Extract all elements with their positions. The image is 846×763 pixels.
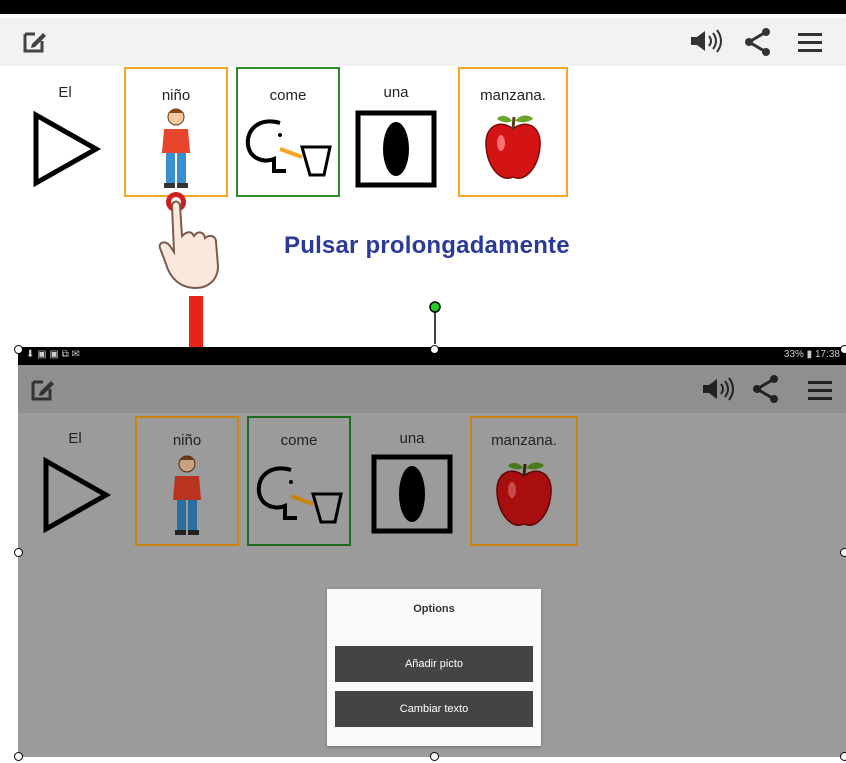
apple-icon [472,458,576,532]
picto-label: El [68,430,82,447]
boy-icon [126,107,226,189]
long-press-hint: Pulsar prolongadamente [284,232,570,259]
resize-handle[interactable] [14,345,23,354]
picto-card-come[interactable]: come [247,416,351,546]
resize-handle[interactable] [840,548,846,557]
options-dialog: Options Añadir picto Cambiar texto [327,589,541,746]
change-text-button[interactable]: Cambiar texto [335,691,533,727]
speaker-icon[interactable] [688,26,726,56]
picto-card-el[interactable]: El [30,422,120,540]
play-triangle-icon [30,456,120,534]
picto-label: manzana. [491,432,557,449]
boy-icon [137,454,237,536]
picto-card-manzana[interactable]: manzana. [470,416,578,546]
menu-icon[interactable] [806,378,834,402]
hand-tap-illustration [158,190,238,290]
picto-card-una[interactable]: una [348,76,444,194]
picto-label: come [269,87,307,104]
picto-card-nino[interactable]: niño [135,416,239,546]
edit-icon[interactable] [28,374,58,404]
picto-label: manzana. [480,87,546,104]
apple-icon [460,111,566,185]
menu-icon[interactable] [796,30,824,54]
picto-label: El [58,84,72,101]
play-triangle-icon [20,110,110,188]
dialog-title: Options [413,603,455,615]
resize-handle[interactable] [430,752,439,761]
add-picto-button[interactable]: Añadir picto [335,646,533,682]
oval-icon [364,454,460,534]
picto-card-una[interactable]: una [364,422,460,540]
picto-label: niño [161,87,191,104]
resize-handle[interactable] [430,345,439,354]
resize-handle[interactable] [14,752,23,761]
status-battery-time: 33% ▮ 17:38 [783,349,840,360]
edit-icon[interactable] [20,26,50,56]
picto-label: una [383,84,409,101]
picto-label: niño [172,432,202,449]
share-icon[interactable] [742,26,774,58]
picto-card-manzana[interactable]: manzana. [458,67,568,197]
status-icons-left: ⬇ ▣ ▣ ⧉ ✉ [26,349,80,360]
eat-icon [238,113,338,181]
picto-card-el[interactable]: El [20,76,110,194]
resize-handle[interactable] [840,345,846,354]
picto-label: come [280,432,318,449]
share-icon[interactable] [750,373,782,405]
picto-label: una [399,430,425,447]
oval-icon [348,110,444,188]
eat-icon [249,460,349,528]
top-status-bar [0,0,846,14]
picto-card-come[interactable]: come [236,67,340,197]
resize-handle[interactable] [14,548,23,557]
picto-card-nino[interactable]: niño [124,67,228,197]
speaker-icon[interactable] [700,374,738,404]
rotate-handle[interactable] [429,300,441,350]
resize-handle[interactable] [840,752,846,761]
